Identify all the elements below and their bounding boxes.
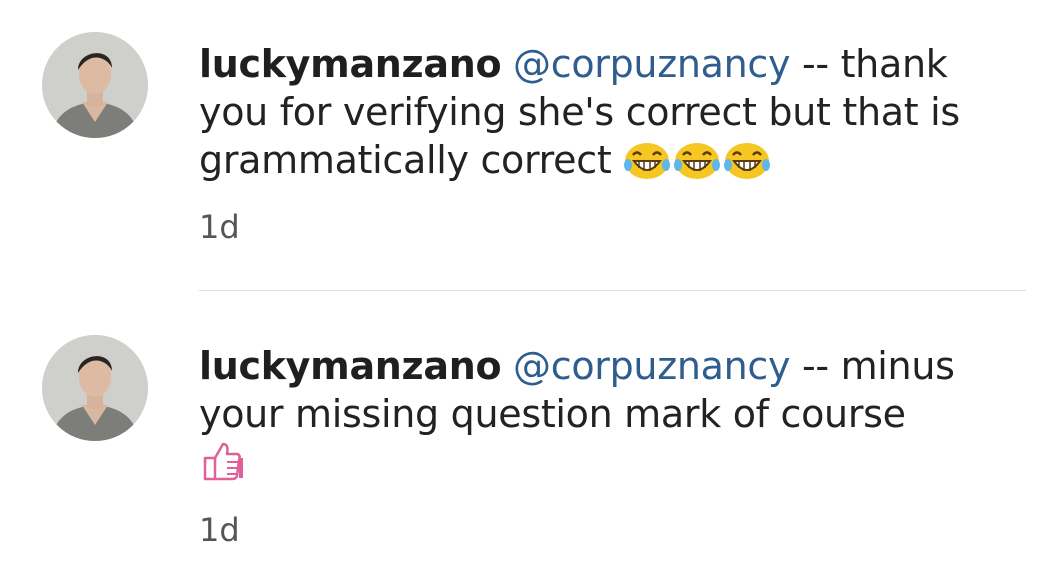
tears-of-joy-emoji	[673, 141, 721, 181]
username-link[interactable]: luckymanzano	[199, 42, 502, 86]
mention-link[interactable]: @corpuznancy	[513, 344, 790, 388]
timestamp: 1d	[199, 208, 240, 246]
comment-body: luckymanzano @corpuznancy -- thank you f…	[199, 40, 999, 184]
tears-of-joy-emoji	[723, 141, 771, 181]
username-link[interactable]: luckymanzano	[199, 344, 502, 388]
avatar[interactable]	[42, 335, 148, 441]
comment-body: luckymanzano @corpuznancy -- minus your …	[199, 342, 999, 489]
divider	[199, 290, 1026, 291]
mention-link[interactable]: @corpuznancy	[513, 42, 790, 86]
tears-of-joy-emoji	[623, 141, 671, 181]
timestamp: 1d	[199, 511, 240, 549]
thumbs-up-emoji	[199, 438, 245, 484]
avatar[interactable]	[42, 32, 148, 138]
